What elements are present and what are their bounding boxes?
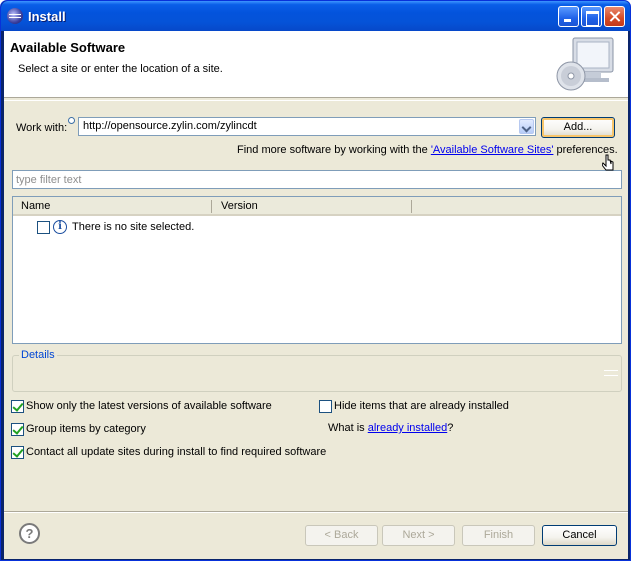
more-software-prefix: Find more software by working with the [237,144,431,156]
content-assist-icon [68,117,75,124]
title-bar[interactable]: Install [1,1,630,31]
eclipse-icon [7,8,23,24]
row-checkbox[interactable] [37,221,50,234]
mouse-cursor-icon [602,154,614,171]
filter-input[interactable]: type filter text [12,170,622,189]
already-installed-link[interactable]: already installed [368,422,448,434]
hide-installed-checkbox[interactable] [319,400,332,413]
close-button[interactable] [604,6,625,27]
minimize-button[interactable] [558,6,579,27]
table-row: There is no site selected. [72,221,195,233]
group-by-category-label[interactable]: Group items by category [26,423,146,435]
column-header-name[interactable]: Name [21,200,50,212]
install-window: Install Available Software Select a site… [0,0,631,561]
cancel-button[interactable]: Cancel [542,525,617,546]
column-header-version[interactable]: Version [221,200,258,212]
install-computer-icon [556,37,614,91]
software-table[interactable]: Name Version i There is no site selected… [12,196,622,344]
banner-separator [4,100,628,101]
group-by-category-checkbox[interactable] [11,423,24,436]
help-icon[interactable]: ? [19,523,40,544]
available-software-sites-link[interactable]: 'Available Software Sites' [431,144,554,156]
back-button[interactable]: < Back [305,525,378,546]
dialog-banner: Available Software Select a site or ente… [4,31,628,98]
footer-separator [4,511,628,512]
work-with-label: Work with: [16,122,68,134]
show-latest-label[interactable]: Show only the latest versions of availab… [26,400,272,412]
work-with-value[interactable]: http://opensource.zylin.com/zylincdt [83,120,257,132]
next-button[interactable]: Next > [382,525,455,546]
filter-placeholder: type filter text [16,174,82,186]
add-site-button[interactable]: Add... [541,117,615,138]
what-is-suffix: ? [447,422,454,434]
banner-title: Available Software [10,40,126,55]
table-header: Name Version [13,197,621,216]
column-divider[interactable] [211,200,212,213]
dialog-body: Available Software Select a site or ente… [4,31,628,559]
chevron-down-icon[interactable] [519,119,534,134]
sash-handle[interactable] [604,370,618,376]
banner-description: Select a site or enter the location of a… [18,63,223,75]
contact-sites-checkbox[interactable] [11,446,24,459]
more-software-text: Find more software by working with the '… [237,144,618,156]
what-is-installed-text: What is already installed? [328,422,453,434]
what-is-prefix: What is [328,422,368,434]
info-icon: i [53,220,67,234]
window-title: Install [28,9,66,24]
details-group: Details [12,349,622,392]
work-with-combo[interactable]: http://opensource.zylin.com/zylincdt [78,117,536,136]
hide-installed-label[interactable]: Hide items that are already installed [334,400,509,412]
column-divider[interactable] [411,200,412,213]
contact-sites-label[interactable]: Contact all update sites during install … [26,446,326,458]
details-title: Details [19,349,57,361]
show-latest-checkbox[interactable] [11,400,24,413]
finish-button[interactable]: Finish [462,525,535,546]
maximize-button[interactable] [581,6,602,27]
